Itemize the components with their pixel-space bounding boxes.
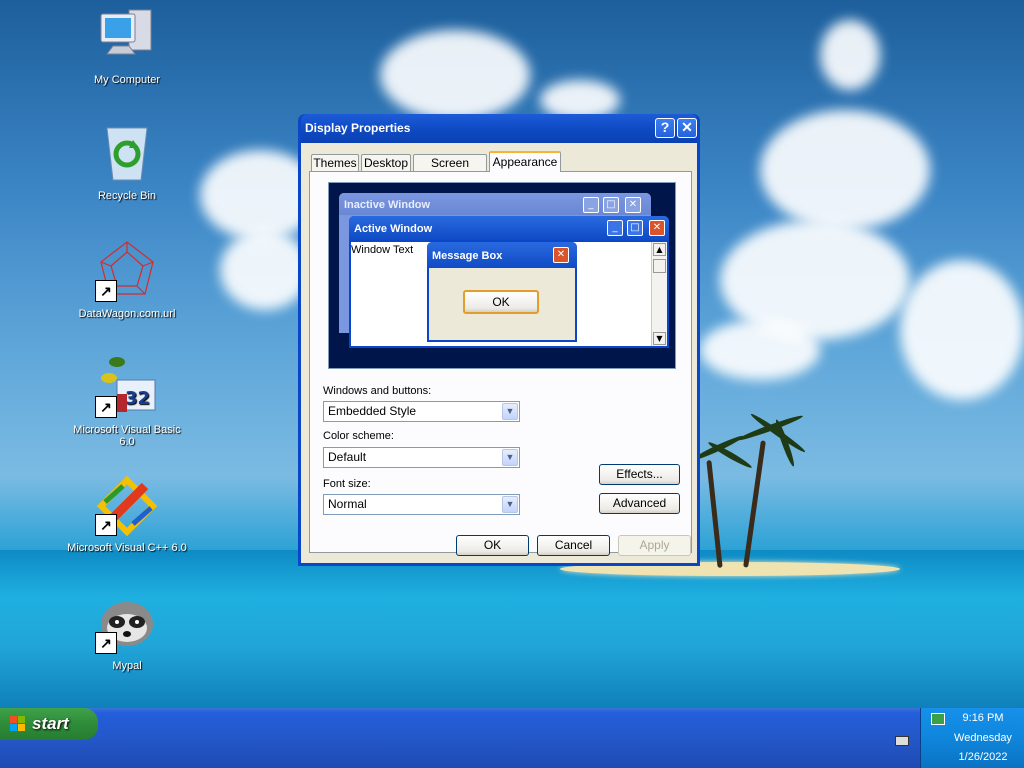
close-icon: ✕	[681, 119, 693, 135]
dialog-title: Display Properties	[305, 121, 411, 135]
desktop-icon-mypal[interactable]: ↗ Mypal	[67, 590, 187, 672]
advanced-button[interactable]: Advanced	[599, 493, 680, 514]
desktop-icon-datawagon[interactable]: ↗ DataWagon.com.url	[67, 238, 187, 320]
scroll-up-icon: ▲	[653, 243, 666, 256]
minimize-icon: _	[583, 197, 599, 213]
computer-icon	[95, 4, 159, 68]
font-size-select[interactable]: Normal ▼	[323, 494, 520, 515]
windows-logo-icon	[10, 716, 26, 732]
start-label: start	[32, 714, 69, 733]
scroll-down-icon: ▼	[653, 332, 666, 345]
effects-button[interactable]: Effects...	[599, 464, 680, 485]
preview-ok-button: OK	[463, 290, 539, 314]
desktop-icon-label: DataWagon.com.url	[78, 308, 176, 320]
font-size-value: Normal	[328, 497, 367, 511]
maximize-icon: □	[603, 197, 619, 213]
chevron-down-icon: ▼	[502, 449, 518, 466]
start-button[interactable]: start	[0, 708, 98, 740]
close-icon: ✕	[649, 220, 665, 236]
mypal-browser-icon: ↗	[95, 590, 159, 654]
internet-shortcut-icon: ↗	[95, 238, 159, 302]
color-scheme-select[interactable]: Default ▼	[323, 447, 520, 468]
chevron-down-icon: ▼	[502, 496, 518, 513]
windows-buttons-label: Windows and buttons:	[323, 385, 432, 397]
tab-screen-saver[interactable]: Screen Saver	[413, 154, 487, 186]
shortcut-arrow-icon: ↗	[95, 514, 117, 536]
clock-date: 1/26/2022	[958, 751, 1008, 763]
system-tray: 9:16 PM Wednesday 1/26/2022	[920, 708, 1024, 768]
minimize-icon: _	[607, 220, 623, 236]
dialog-client: Themes Desktop Screen Saver Appearance I…	[301, 143, 697, 563]
desktop-icon-label: Recycle Bin	[97, 190, 157, 202]
shortcut-arrow-icon: ↗	[95, 632, 117, 654]
font-size-label: Font size:	[323, 478, 371, 490]
color-scheme-label: Color scheme:	[323, 430, 394, 442]
preview-message-client: OK	[429, 268, 575, 340]
clock-day: Wednesday	[954, 732, 1012, 744]
recycle-bin-icon	[95, 120, 159, 184]
desktop-icon-label: Microsoft Visual C++ 6.0	[67, 542, 187, 554]
desktop-icon-label: My Computer	[93, 74, 161, 86]
close-button[interactable]: ✕	[677, 118, 697, 138]
desktop-icon-label: Mypal	[112, 660, 142, 672]
svg-text:32: 32	[125, 388, 150, 409]
tab-desktop[interactable]: Desktop	[361, 154, 411, 171]
keyboard-icon[interactable]	[895, 736, 909, 746]
shortcut-arrow-icon: ↗	[95, 396, 117, 418]
scroll-thumb	[653, 259, 666, 273]
desktop-icon-label: Microsoft Visual Basic 6.0	[73, 424, 181, 448]
help-button[interactable]: ?	[655, 118, 675, 138]
help-icon: ?	[660, 119, 670, 135]
tab-appearance[interactable]: Appearance	[489, 151, 561, 172]
appearance-panel: Inactive Window _ □ ✕ Active Window _ □ …	[309, 171, 692, 553]
apply-button[interactable]: Apply	[618, 535, 691, 556]
close-icon: ✕	[553, 247, 569, 263]
desktop-icon-recycle-bin[interactable]: Recycle Bin	[67, 120, 187, 202]
dialog-titlebar[interactable]: Display Properties ? ✕	[301, 114, 697, 143]
appearance-preview: Inactive Window _ □ ✕ Active Window _ □ …	[328, 182, 676, 369]
maximize-icon: □	[627, 220, 643, 236]
display-properties-dialog: Display Properties ? ✕ Themes Desktop Sc…	[298, 114, 700, 566]
visual-cpp-icon: ↗	[95, 472, 159, 537]
windows-buttons-value: Embedded Style	[328, 404, 417, 418]
close-icon: ✕	[625, 197, 641, 213]
preview-scrollbar: ▲ ▼	[651, 242, 667, 346]
clock-time[interactable]: 9:16 PM	[931, 712, 1024, 724]
chevron-down-icon: ▼	[502, 403, 518, 420]
desktop-icon-my-computer[interactable]: My Computer	[67, 4, 187, 86]
tab-themes[interactable]: Themes	[311, 154, 359, 171]
desktop-icon-visual-cpp[interactable]: ↗ Microsoft Visual C++ 6.0	[67, 472, 187, 554]
cancel-button[interactable]: Cancel	[537, 535, 610, 556]
color-scheme-value: Default	[328, 450, 367, 464]
preview-message-box: Message Box ✕ OK	[427, 242, 577, 342]
visual-basic-icon: 32 ↗	[95, 354, 159, 418]
taskbar: start 9:16 PM Wednesday 1/26/2022	[0, 708, 1024, 768]
preview-window-text: Window Text	[351, 244, 414, 256]
desktop-icon-visual-basic[interactable]: 32 ↗ Microsoft Visual Basic 6.0	[67, 354, 187, 448]
windows-buttons-select[interactable]: Embedded Style ▼	[323, 401, 520, 422]
ok-button[interactable]: OK	[456, 535, 529, 556]
shortcut-arrow-icon: ↗	[95, 280, 117, 302]
